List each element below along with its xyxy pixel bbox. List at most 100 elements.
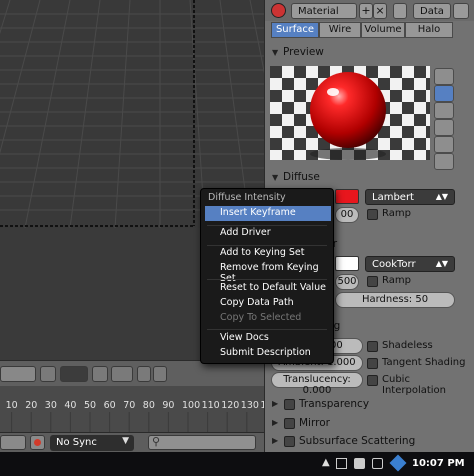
context-menu-title: Diffuse Intensity: [208, 192, 286, 203]
sss-title[interactable]: Subsurface Scattering: [299, 435, 415, 447]
record-icon: [34, 439, 41, 446]
transparency-title[interactable]: Transparency: [299, 398, 369, 410]
expand-icon[interactable]: ▶: [272, 399, 278, 408]
chevron-down-icon: ▼: [122, 436, 129, 446]
translucency-field[interactable]: Translucency: 0.000: [271, 372, 363, 396]
tab-wire[interactable]: Wire: [319, 22, 361, 38]
link-icon[interactable]: [453, 3, 469, 19]
transparency-checkbox[interactable]: [284, 399, 295, 410]
timeline[interactable]: 102030405060708090100110120130140: [0, 386, 264, 432]
render-anim-icon[interactable]: [153, 366, 167, 382]
keying-set-field[interactable]: ⚲: [148, 435, 256, 450]
specular-ramp-label: Ramp: [382, 275, 411, 286]
menu-item-reset-to-default[interactable]: Reset to Default Value: [205, 281, 331, 296]
render-icon[interactable]: [137, 366, 151, 382]
snap-icon[interactable]: [92, 366, 108, 382]
menu-item-remove-from-keying-set[interactable]: Remove from Keying Set: [205, 261, 331, 284]
chevron-down-icon: ▲▼: [435, 192, 448, 201]
menu-item-insert-keyframe[interactable]: Insert Keyframe: [205, 206, 331, 221]
timeline-header: No Sync ▼ ⚲: [0, 432, 264, 452]
menu-item-copy-to-selected: Copy To Selected: [220, 312, 302, 323]
timeline-tick-label: 100: [182, 400, 201, 411]
diffuse-intensity-field[interactable]: 00: [335, 207, 359, 223]
menu-item-add-driver[interactable]: Add Driver: [205, 226, 331, 241]
menu-item-view-docs[interactable]: View Docs: [205, 331, 331, 346]
key-icon: ⚲: [152, 435, 161, 448]
tab-volume[interactable]: Volume: [361, 22, 405, 38]
pivot-dropdown[interactable]: [60, 366, 88, 382]
shadeless-checkbox[interactable]: [367, 341, 378, 352]
diffuse-color-swatch[interactable]: [335, 189, 359, 204]
material-name-text: Material: [298, 6, 339, 17]
tab-surface[interactable]: Surface: [271, 22, 319, 38]
network-icon[interactable]: [354, 458, 365, 469]
fake-user-icon[interactable]: [393, 3, 407, 19]
add-material-button[interactable]: +: [359, 3, 373, 19]
tangent-shading-label: Tangent Shading: [382, 357, 466, 368]
diffuse-ramp-checkbox[interactable]: [367, 209, 378, 220]
material-sphere-icon[interactable]: [271, 3, 286, 18]
specular-shader-label: CookTorr: [372, 259, 416, 270]
preview-hair-icon[interactable]: [434, 136, 454, 153]
menu-separator: [207, 279, 327, 280]
record-button[interactable]: [30, 435, 45, 450]
mirror-checkbox[interactable]: [284, 418, 295, 429]
specular-ramp-checkbox[interactable]: [367, 276, 378, 287]
close-icon[interactable]: ×: [373, 3, 387, 19]
preview-title[interactable]: Preview: [283, 46, 324, 58]
taskbar: ▲ 10:07 PM: [0, 452, 474, 476]
notification-icon[interactable]: [336, 458, 347, 469]
timeline-tick-label: 120: [221, 400, 240, 411]
diffuse-intensity-value: 00: [340, 209, 354, 220]
mirror-title[interactable]: Mirror: [299, 417, 330, 429]
sync-mode-dropdown[interactable]: No Sync ▼: [50, 435, 134, 451]
diffuse-ramp-label: Ramp: [382, 208, 411, 219]
preview-cube-icon[interactable]: [434, 102, 454, 119]
menu-item-add-to-keying-set[interactable]: Add to Keying Set: [205, 246, 331, 261]
layer-buttons[interactable]: [0, 366, 36, 382]
data-dropdown[interactable]: Data: [413, 3, 451, 19]
menu-item-copy-data-path[interactable]: Copy Data Path: [205, 296, 331, 311]
timeline-tick-label: 130: [240, 400, 259, 411]
preview-flat-icon[interactable]: [434, 68, 454, 85]
expand-icon[interactable]: ▶: [272, 418, 278, 427]
collapse-icon[interactable]: ▼: [272, 48, 278, 57]
diffuse-shader-label: Lambert: [372, 192, 414, 203]
menu-separator: [207, 329, 327, 330]
timeline-tick-label: 70: [123, 400, 136, 411]
preview-sphere-icon[interactable]: [434, 85, 454, 102]
cubic-interpolation-checkbox[interactable]: [367, 375, 378, 386]
timeline-tick-label: 50: [84, 400, 97, 411]
chevron-down-icon: ▲▼: [435, 259, 448, 268]
specular-intensity-value: 500: [337, 276, 357, 287]
cubic-interpolation-label: Cubic Interpolation: [382, 374, 446, 396]
menu-item-submit-description[interactable]: Submit Description: [205, 346, 331, 361]
dropbox-icon[interactable]: [389, 454, 407, 472]
preview-sky-icon[interactable]: [434, 153, 454, 170]
chevron-up-icon[interactable]: ▲: [322, 457, 330, 468]
specular-shader-dropdown[interactable]: CookTorr ▲▼: [365, 256, 455, 272]
timeline-tick-label: 80: [142, 400, 155, 411]
sync-mode-label: No Sync: [56, 437, 97, 448]
material-name-field[interactable]: Material: [291, 3, 357, 19]
specular-intensity-field[interactable]: 500: [335, 274, 359, 290]
playback-buttons[interactable]: [0, 435, 26, 450]
context-menu: Diffuse Intensity Insert Keyframe Add Dr…: [200, 188, 334, 364]
expand-icon[interactable]: ▶: [272, 436, 278, 445]
diffuse-title[interactable]: Diffuse: [283, 171, 320, 183]
layer-lock-icon[interactable]: [40, 366, 56, 382]
preview-monkey-icon[interactable]: [434, 119, 454, 136]
specular-color-swatch[interactable]: [335, 256, 359, 271]
snap-element-icon[interactable]: [111, 366, 133, 382]
tab-halo[interactable]: Halo: [405, 22, 453, 38]
sss-checkbox[interactable]: [284, 436, 295, 447]
hardness-field[interactable]: Hardness: 50: [335, 292, 455, 308]
battery-icon[interactable]: [372, 458, 383, 469]
shadeless-label: Shadeless: [382, 340, 433, 351]
collapse-icon[interactable]: ▼: [272, 173, 278, 182]
tangent-shading-checkbox[interactable]: [367, 358, 378, 369]
taskbar-clock[interactable]: 10:07 PM: [412, 458, 465, 469]
diffuse-shader-dropdown[interactable]: Lambert ▲▼: [365, 189, 455, 205]
translucency-value: Translucency: 0.000: [283, 374, 351, 396]
timeline-tick-label: 10: [5, 400, 18, 411]
